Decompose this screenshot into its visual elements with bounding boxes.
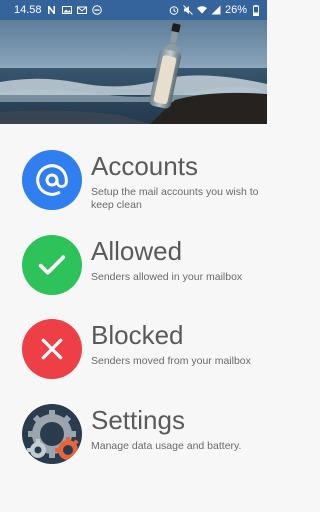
menu-item-blocked[interactable]: Blocked Senders moved from your mailbox	[0, 319, 267, 391]
gears-icon	[22, 404, 82, 464]
blocked-subtitle: Senders moved from your mailbox	[91, 355, 251, 367]
status-right: 26%	[169, 3, 261, 16]
accounts-subtitle: Setup the mail accounts you wish to keep…	[91, 186, 259, 211]
menu-item-accounts[interactable]: Accounts Setup the mail accounts you wis…	[0, 150, 267, 222]
bottle-on-beach-image	[0, 20, 267, 124]
wifi-icon	[196, 5, 207, 15]
mute-icon	[183, 5, 193, 15]
status-left: 14.58	[14, 3, 102, 16]
minus-circle-icon	[91, 5, 102, 15]
allowed-title: Allowed	[91, 236, 183, 266]
settings-title: Settings	[91, 405, 185, 435]
allowed-subtitle: Senders allowed in your mailbox	[91, 271, 243, 283]
menu-item-settings[interactable]: Settings Manage data usage and battery.	[0, 404, 267, 476]
battery-icon	[251, 4, 261, 16]
settings-subtitle: Manage data usage and battery.	[91, 440, 242, 452]
status-bar: 14.58 26%	[0, 0, 267, 20]
status-time: 14.58	[14, 3, 42, 16]
n-notification-icon	[47, 5, 57, 15]
email-notification-icon	[76, 5, 87, 15]
battery-percent: 26%	[224, 3, 247, 16]
image-notification-icon	[61, 5, 72, 15]
menu-item-allowed[interactable]: Allowed Senders allowed in your mailbox	[0, 235, 267, 307]
signal-icon	[211, 5, 221, 15]
cross-icon	[22, 319, 82, 379]
accounts-title: Accounts	[91, 151, 198, 181]
checkmark-icon	[22, 235, 82, 295]
blocked-title: Blocked	[91, 320, 184, 350]
alarm-icon	[169, 5, 179, 15]
at-sign-icon	[22, 150, 82, 210]
